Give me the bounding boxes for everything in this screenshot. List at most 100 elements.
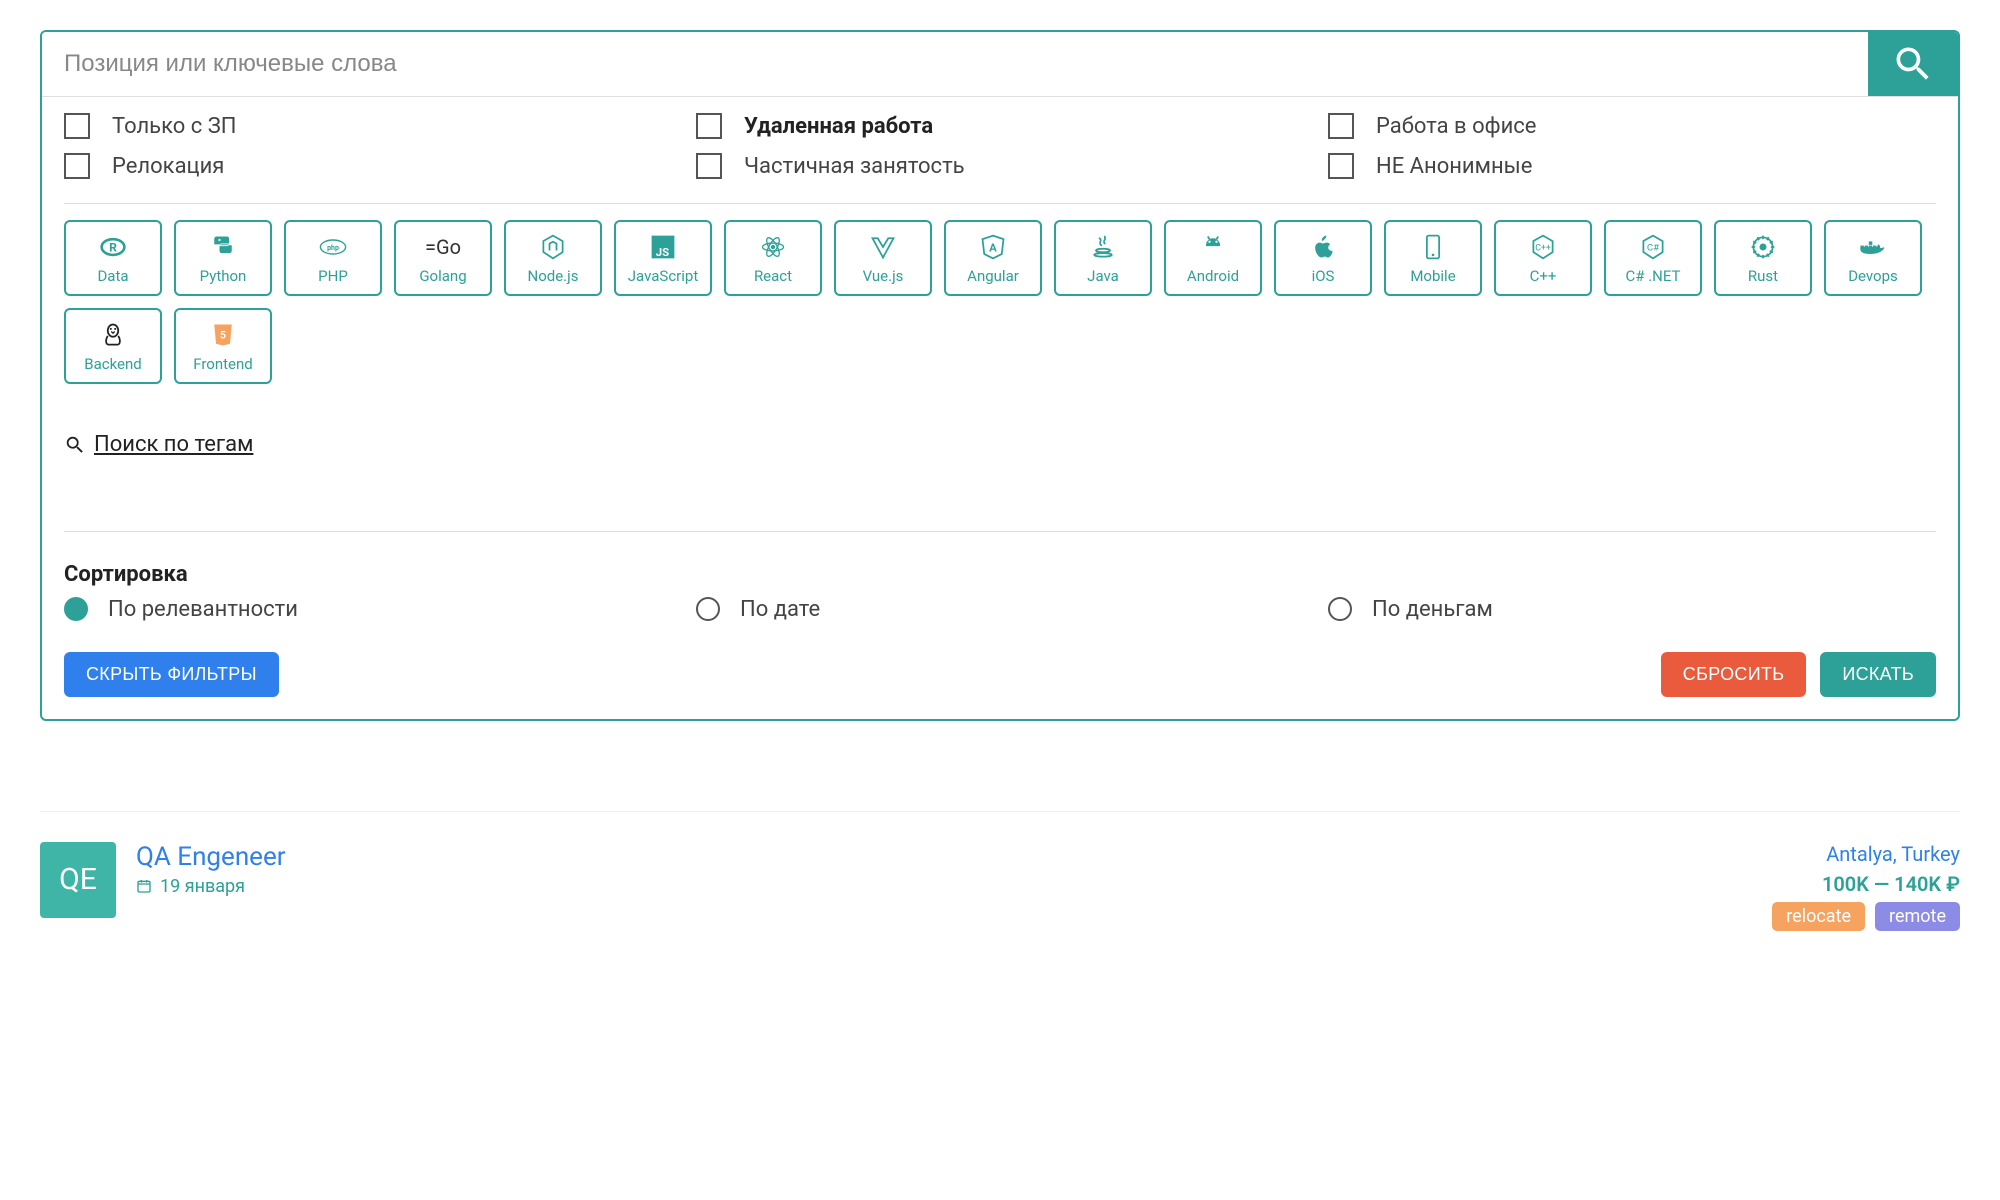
checkbox-filter-grid: Только с ЗП Удаленная работа Работа в офис… [64, 109, 1936, 183]
apple-icon [1307, 231, 1339, 263]
tech-label: Angular [967, 267, 1019, 285]
job-badge-remote[interactable]: remote [1875, 902, 1960, 931]
sort-option-0[interactable]: По релевантности [64, 597, 672, 622]
tech-label: Golang [419, 267, 466, 285]
tech-label: Devops [1848, 267, 1898, 285]
sort-label: По релевантности [108, 597, 298, 622]
action-button-row: СКРЫТЬ ФИЛЬТРЫ СБРОСИТЬ ИСКАТЬ [64, 652, 1936, 697]
tech-label: C# .NET [1626, 267, 1681, 285]
tech-filter-react[interactable]: React [724, 220, 822, 296]
mobile-icon [1417, 231, 1449, 263]
tech-label: Data [97, 267, 128, 285]
search-icon [1891, 42, 1935, 86]
radio-circle [696, 597, 720, 621]
sort-heading: Сортировка [64, 562, 1936, 587]
job-card: QE QA Engeneer 19 января Antalya, Turkey… [40, 811, 1960, 931]
tech-label: iOS [1312, 267, 1335, 285]
tech-filter-android[interactable]: Android [1164, 220, 1262, 296]
svg-text:php: php [327, 244, 339, 252]
filter-checkbox-4[interactable]: Частичная занятость [696, 149, 1304, 183]
hide-filters-button[interactable]: СКРЫТЬ ФИЛЬТРЫ [64, 652, 279, 697]
csharp-icon: C# [1637, 231, 1669, 263]
tech-label: React [754, 267, 792, 285]
tech-label: Node.js [528, 267, 579, 285]
filter-checkbox-3[interactable]: Релокация [64, 149, 672, 183]
job-date: 19 января [160, 876, 245, 897]
tech-filter-mobile[interactable]: Mobile [1384, 220, 1482, 296]
tech-filter-nodejs[interactable]: Node.js [504, 220, 602, 296]
search-panel: Только с ЗП Удаленная работа Работа в офис… [40, 30, 1960, 721]
checkbox-box [64, 113, 90, 139]
filter-checkbox-0[interactable]: Только с ЗП [64, 109, 672, 143]
sort-label: По дате [740, 597, 820, 622]
php-icon: php [317, 231, 349, 263]
tech-filter-rust[interactable]: Rust [1714, 220, 1812, 296]
job-badges: relocate remote [1772, 902, 1960, 931]
tech-filter-python[interactable]: Python [174, 220, 272, 296]
checkbox-label: НЕ Анонимные [1376, 154, 1532, 179]
tech-filter-apple[interactable]: iOS [1274, 220, 1372, 296]
svg-text:R: R [109, 240, 117, 254]
cpp-icon: C++ [1527, 231, 1559, 263]
tech-filter-vue[interactable]: Vue.js [834, 220, 932, 296]
reset-button[interactable]: СБРОСИТЬ [1661, 652, 1807, 697]
button-group-right: СБРОСИТЬ ИСКАТЬ [1661, 652, 1936, 697]
tech-filter-html5[interactable]: 5 Frontend [174, 308, 272, 384]
tag-search-label: Поиск по тегам [94, 432, 253, 457]
tech-filter-go[interactable]: =Go Golang [394, 220, 492, 296]
search-button[interactable] [1868, 32, 1958, 96]
tech-label: JavaScript [628, 267, 698, 285]
sort-option-2[interactable]: По деньгам [1328, 597, 1936, 622]
search-icon [64, 434, 86, 456]
job-left: QE QA Engeneer 19 января [40, 842, 286, 918]
rust-icon [1747, 231, 1779, 263]
sort-option-1[interactable]: По дате [696, 597, 1304, 622]
technology-filter-grid: R Data PythonphpPHP =Go Golang Node.js JS JavaS… [64, 220, 1936, 384]
tech-label: Java [1087, 267, 1119, 285]
tech-filter-php[interactable]: phpPHP [284, 220, 382, 296]
tag-search-link[interactable]: Поиск по тегам [64, 432, 253, 457]
tech-label: C++ [1530, 267, 1557, 285]
tech-filter-angular[interactable]: A Angular [944, 220, 1042, 296]
filter-checkbox-5[interactable]: НЕ Анонимные [1328, 149, 1936, 183]
android-icon [1197, 231, 1229, 263]
job-location[interactable]: Antalya, Turkey [1826, 842, 1960, 866]
tech-filter-devops[interactable]: Devops [1824, 220, 1922, 296]
go-icon: =Go [427, 231, 459, 263]
tech-filter-js[interactable]: JS JavaScript [614, 220, 712, 296]
filter-checkbox-2[interactable]: Работа в офисе [1328, 109, 1936, 143]
job-right: Antalya, Turkey 100K — 140K ₽ relocatere… [1772, 842, 1960, 931]
java-icon [1087, 231, 1119, 263]
tech-filter-linux[interactable]: Backend [64, 308, 162, 384]
job-meta: 19 января [136, 876, 286, 897]
tech-label: Frontend [193, 355, 252, 373]
tech-filter-cpp[interactable]: C++ C++ [1494, 220, 1592, 296]
tech-filter-csharp[interactable]: C# C# .NET [1604, 220, 1702, 296]
job-salary: 100K — 140K ₽ [1822, 872, 1960, 896]
search-submit-button[interactable]: ИСКАТЬ [1820, 652, 1936, 697]
tech-label: Rust [1748, 267, 1778, 285]
tech-label: Vue.js [863, 267, 904, 285]
html5-icon: 5 [207, 319, 239, 351]
search-bar [42, 32, 1958, 97]
search-input[interactable] [42, 32, 1868, 96]
tech-label: Android [1187, 267, 1239, 285]
react-icon [757, 231, 789, 263]
radio-circle [1328, 597, 1352, 621]
divider [64, 531, 1936, 532]
svg-text:C++: C++ [1535, 244, 1551, 254]
checkbox-label: Удаленная работа [744, 114, 933, 139]
job-title-link[interactable]: QA Engeneer [136, 842, 286, 872]
nodejs-icon [537, 231, 569, 263]
tech-filter-java[interactable]: Java [1054, 220, 1152, 296]
svg-text:A: A [989, 240, 997, 254]
angular-icon: A [977, 231, 1009, 263]
tech-filter-r[interactable]: R Data [64, 220, 162, 296]
job-info: QA Engeneer 19 января [136, 842, 286, 897]
job-badge-relocate[interactable]: relocate [1772, 902, 1865, 931]
js-icon: JS [647, 231, 679, 263]
r-icon: R [97, 231, 129, 263]
filter-checkbox-1[interactable]: Удаленная работа [696, 109, 1304, 143]
filters-body: Только с ЗП Удаленная работа Работа в офис… [42, 97, 1958, 719]
checkbox-label: Только с ЗП [112, 114, 237, 139]
